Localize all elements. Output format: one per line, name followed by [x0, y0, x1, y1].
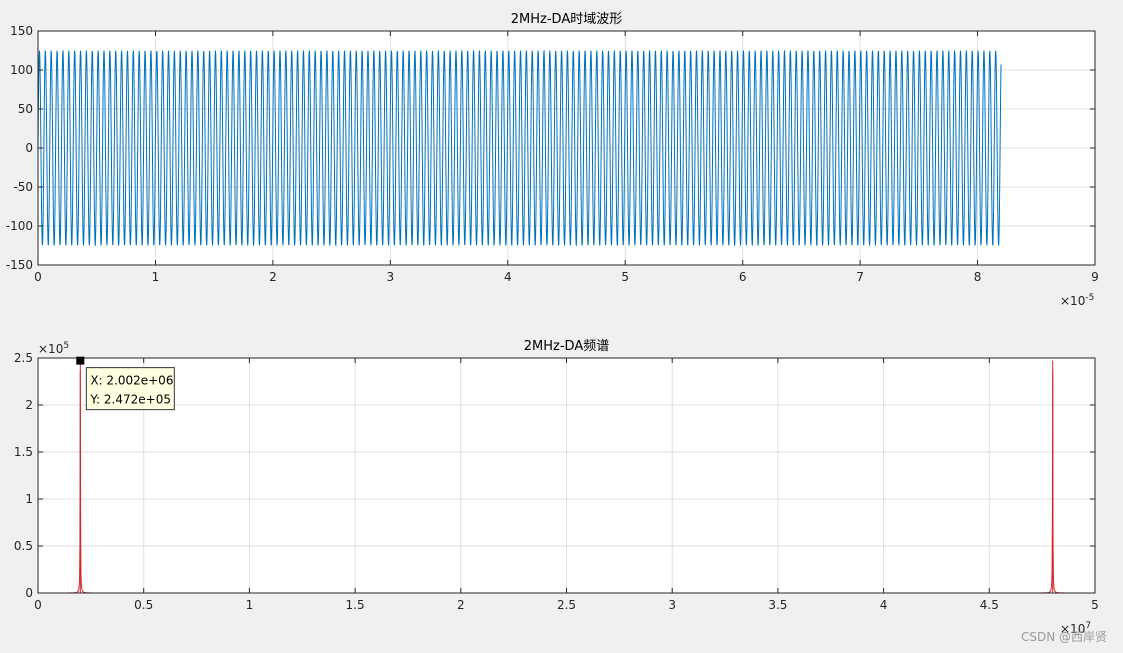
- datatip-y-text: Y: 2.472e+05: [89, 393, 171, 407]
- spectrum-plot[interactable]: 0 0.5 1 1.5 2 2.5 3 3.5 4 4.5 5 0 0.5 1 1.5 2 2.5 2MHz-DA…: [14, 339, 1099, 636]
- x-tick-label: 0.5: [134, 598, 153, 612]
- y-tick-label: -50: [13, 180, 33, 194]
- x-tick-label: 5: [621, 270, 629, 284]
- x-tick-label: 9: [1091, 270, 1099, 284]
- y-tick-label: 0.5: [14, 539, 33, 553]
- x-tick-label: 1: [152, 270, 160, 284]
- y-tick-label: -100: [6, 219, 33, 233]
- x-exponent-label: ×10-5: [1060, 293, 1094, 308]
- x-tick-label: 3: [668, 598, 676, 612]
- x-tick-label: 0: [34, 270, 42, 284]
- x-tick-label: 4: [504, 270, 512, 284]
- x-tick-label: 2.5: [557, 598, 576, 612]
- y-exponent-label: ×105: [38, 341, 69, 356]
- x-tick-label: 4: [880, 598, 888, 612]
- datatip-marker: [76, 356, 85, 365]
- x-tick-label: 3.5: [768, 598, 787, 612]
- y-tick-label: 1: [25, 492, 33, 506]
- y-tick-label: 0: [25, 141, 33, 155]
- x-tick-label: 1.5: [346, 598, 365, 612]
- x-tick-label: 2: [269, 270, 277, 284]
- chart-title: 2MHz-DA频谱: [524, 339, 609, 354]
- x-tick-label: 4.5: [980, 598, 999, 612]
- y-tick-label: -150: [6, 258, 33, 272]
- y-tick-label: 100: [10, 63, 33, 77]
- x-tick-label: 8: [974, 270, 982, 284]
- figure: 0 1 2 3 4 5 6 7 8 9-150-100-500501001502MHz-DA时域波…: [6, 12, 1099, 636]
- x-tick-label: 0: [34, 598, 42, 612]
- x-tick-label: 2: [457, 598, 465, 612]
- y-tick-label: 2.5: [14, 351, 33, 365]
- x-tick-label: 7: [856, 270, 864, 284]
- watermark: CSDN @西岸贤: [1020, 630, 1107, 644]
- x-tick-label: 1: [246, 598, 254, 612]
- chart-title: 2MHz-DA时域波形: [511, 12, 622, 27]
- time-domain-plot[interactable]: 0 1 2 3 4 5 6 7 8 9 -150 -100 -50 0 50 100 150 2MHz-DA时域波…: [6, 12, 1099, 308]
- x-tick-label: 3: [387, 270, 395, 284]
- datatip-x-text: X: 2.002e+06: [90, 374, 173, 388]
- y-tick-label: 0: [25, 586, 33, 600]
- x-tick-label: 6: [739, 270, 747, 284]
- y-tick-label: 2: [25, 398, 33, 412]
- x-tick-label: 5: [1091, 598, 1099, 612]
- y-tick-label: 1.5: [14, 445, 33, 459]
- y-tick-label: 50: [18, 102, 33, 116]
- y-tick-label: 150: [10, 24, 33, 38]
